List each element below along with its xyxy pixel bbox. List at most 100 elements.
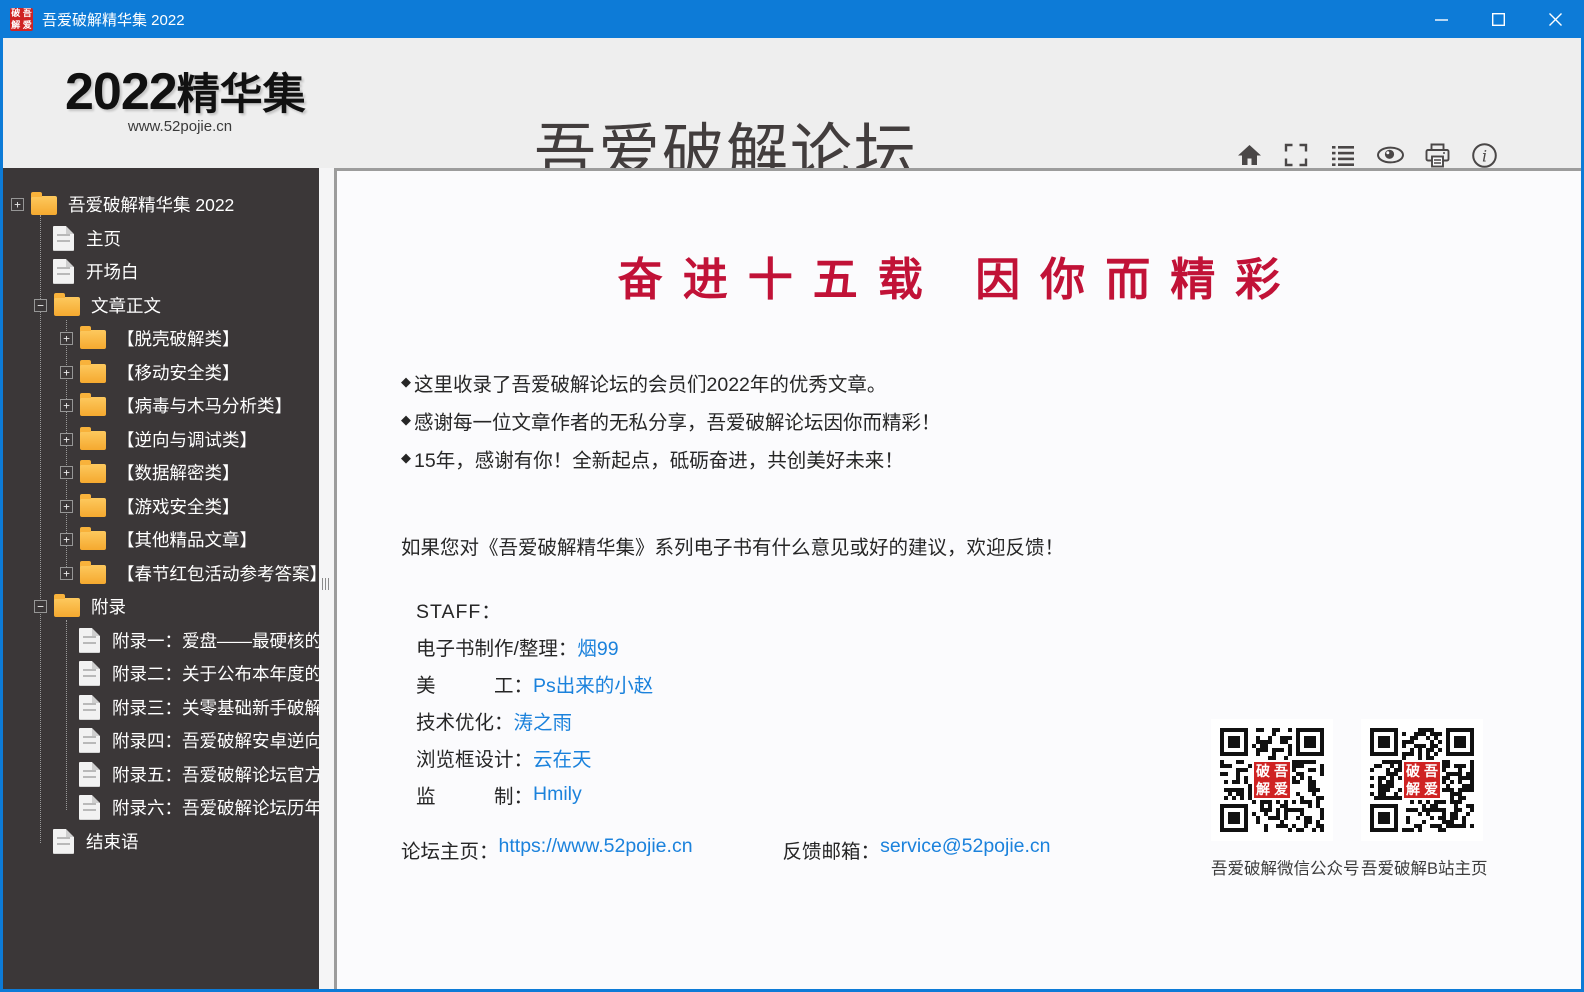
document-icon [79, 695, 100, 720]
document-icon [53, 259, 74, 284]
diamond-bullet-icon: ◆ [401, 412, 411, 428]
toc-tree-item[interactable]: 附录二：关于公布本年度的 [3, 657, 319, 691]
maximize-button[interactable] [1470, 0, 1527, 38]
fullscreen-icon[interactable] [1281, 140, 1311, 170]
tree-item-label: 【病毒与木马分析类】 [117, 393, 292, 418]
document-icon [79, 728, 100, 753]
tree-expander-icon[interactable]: + [60, 500, 73, 513]
tree-expander-icon[interactable]: + [11, 198, 24, 211]
home-icon[interactable] [1234, 140, 1264, 170]
toc-tree-item[interactable]: + 【逆向与调试类】 [3, 423, 319, 457]
folder-icon [80, 397, 106, 416]
toc-tree-item[interactable]: + 吾爱破解精华集 2022 [3, 188, 319, 222]
toc-tree-item[interactable]: 结束语 [3, 825, 319, 859]
tree-expander-icon[interactable]: − [34, 600, 47, 613]
tree-expander-icon[interactable]: + [60, 533, 73, 546]
tree-expander-icon[interactable]: + [60, 366, 73, 379]
tree-expander-icon[interactable]: − [34, 299, 47, 312]
toc-tree-item[interactable]: + 【病毒与木马分析类】 [3, 389, 319, 423]
qr-caption: 吾爱破解B站主页 [1361, 855, 1483, 879]
staff-member-link[interactable]: Ps出来的小赵 [533, 669, 653, 698]
toc-tree-item[interactable]: − 附录 [3, 590, 319, 624]
toc-sidebar: + 吾爱破解精华集 2022 主页 开场白 − 文章正文 + 【脱壳破解类】 +… [3, 168, 319, 989]
intro-bullets: ◆ 这里收录了吾爱破解论坛的会员们2022年的优秀文章。 ◆ 感谢每一位文章作者… [401, 363, 941, 477]
sidebar-splitter[interactable] [319, 168, 334, 989]
staff-heading: STAFF： [416, 591, 653, 628]
intro-bullet-text: 感谢每一位文章作者的无私分享，吾爱破解论坛因你而精彩！ [414, 406, 941, 435]
staff-member-link[interactable]: 烟99 [577, 632, 618, 661]
toc-tree-item[interactable]: + 【移动安全类】 [3, 356, 319, 390]
folder-icon [80, 364, 106, 383]
qr-seal-icon: 破吾解爱 [1402, 760, 1442, 800]
document-icon [79, 661, 100, 686]
toc-tree-item[interactable]: 附录五：吾爱破解论坛官方 [3, 758, 319, 792]
qr-area: 破吾解爱 吾爱破解微信公众号 破吾解爱 吾爱破解B站主页 [1211, 719, 1483, 879]
intro-bullet-line: ◆ 感谢每一位文章作者的无私分享，吾爱破解论坛因你而精彩！ [401, 401, 941, 439]
staff-role-label: 电子书制作/整理： [416, 632, 577, 661]
list-icon[interactable] [1328, 140, 1358, 170]
tree-item-label: 【移动安全类】 [117, 360, 240, 385]
svg-text:i: i [1481, 146, 1486, 165]
info-icon[interactable]: i [1469, 140, 1499, 170]
tree-item-label: 附录一：爱盘——最硬核的 [112, 628, 319, 653]
qr-block: 破吾解爱 吾爱破解微信公众号 [1211, 719, 1333, 879]
logo-year: 2022 [65, 63, 177, 121]
staff-member-link[interactable]: 云在天 [533, 743, 592, 772]
staff-row: 技术优化： 涛之雨 [416, 702, 653, 739]
toolbar: i [1234, 140, 1499, 170]
tree-item-label: 【逆向与调试类】 [117, 427, 257, 452]
toc-tree-item[interactable]: 主页 [3, 222, 319, 256]
intro-bullet-line: ◆ 15年，感谢有你！全新起点，砥砺奋进，共创美好未来！ [401, 439, 941, 477]
tree-item-label: 结束语 [86, 829, 139, 854]
tree-expander-icon[interactable]: + [60, 433, 73, 446]
print-icon[interactable] [1422, 140, 1452, 170]
toc-tree-item[interactable]: 附录一：爱盘——最硬核的 [3, 624, 319, 658]
tree-item-label: 吾爱破解精华集 2022 [68, 192, 234, 217]
splitter-grip-icon [322, 578, 329, 590]
toc-tree-item[interactable]: + 【数据解密类】 [3, 456, 319, 490]
toc-tree-item[interactable]: 附录三：关零基础新手破解 [3, 691, 319, 725]
toc-tree-item[interactable]: 附录六：吾爱破解论坛历年 [3, 791, 319, 825]
toc-tree-item[interactable]: 开场白 [3, 255, 319, 289]
staff-role-label: 技术优化： [416, 706, 514, 735]
folder-icon [80, 464, 106, 483]
toc-tree-item[interactable]: + 【其他精品文章】 [3, 523, 319, 557]
tree-item-label: 附录四：吾爱破解安卓逆向 [112, 728, 319, 753]
folder-icon [31, 196, 57, 215]
toc-tree-item[interactable]: 附录四：吾爱破解安卓逆向 [3, 724, 319, 758]
footer-link-item: 论坛主页： https://www.52pojie.cn [401, 835, 693, 864]
app-seal-icon: 破吾解爱 [10, 8, 33, 31]
diamond-bullet-icon: ◆ [401, 450, 411, 466]
footer-link-label: 论坛主页： [401, 835, 499, 864]
tree-expander-icon[interactable]: + [60, 399, 73, 412]
eye-icon[interactable] [1375, 140, 1405, 170]
folder-icon [54, 598, 80, 617]
staff-row: 监 制： Hmily [416, 776, 653, 813]
tree-expander-icon[interactable]: + [60, 567, 73, 580]
folder-icon [80, 431, 106, 450]
intro-bullet-line: ◆ 这里收录了吾爱破解论坛的会员们2022年的优秀文章。 [401, 363, 941, 401]
document-icon [79, 762, 100, 787]
toc-tree-item[interactable]: + 【游戏安全类】 [3, 490, 319, 524]
close-button[interactable] [1527, 0, 1584, 38]
qr-caption: 吾爱破解微信公众号 [1211, 855, 1333, 879]
tree-expander-icon[interactable]: + [60, 466, 73, 479]
toc-tree-item[interactable]: − 文章正文 [3, 289, 319, 323]
staff-role-label: 美 工： [416, 669, 533, 698]
staff-member-link[interactable]: 涛之雨 [514, 706, 573, 735]
footer-link[interactable]: service@52pojie.cn [880, 835, 1050, 864]
tree-item-label: 【游戏安全类】 [117, 494, 240, 519]
toc-tree-item[interactable]: + 【脱壳破解类】 [3, 322, 319, 356]
staff-member-link[interactable]: Hmily [533, 783, 582, 806]
tree-expander-icon[interactable]: + [60, 332, 73, 345]
tree-item-label: 【数据解密类】 [117, 460, 240, 485]
minimize-button[interactable] [1413, 0, 1470, 38]
tree-item-label: 附录五：吾爱破解论坛官方 [112, 762, 319, 787]
header: 2022精华集 www.52pojie.cn 吾爱破解论坛 i [3, 38, 1581, 168]
footer-link-label: 反馈邮箱： [783, 835, 881, 864]
window-controls [1413, 0, 1584, 38]
title-bar: 破吾解爱 吾爱破解精华集 2022 [0, 0, 1584, 38]
toc-tree-item[interactable]: + 【春节红包活动参考答案】 [3, 557, 319, 591]
feedback-note: 如果您对《吾爱破解精华集》系列电子书有什么意见或好的建议，欢迎反馈！ [401, 531, 1064, 560]
footer-link[interactable]: https://www.52pojie.cn [499, 835, 693, 864]
